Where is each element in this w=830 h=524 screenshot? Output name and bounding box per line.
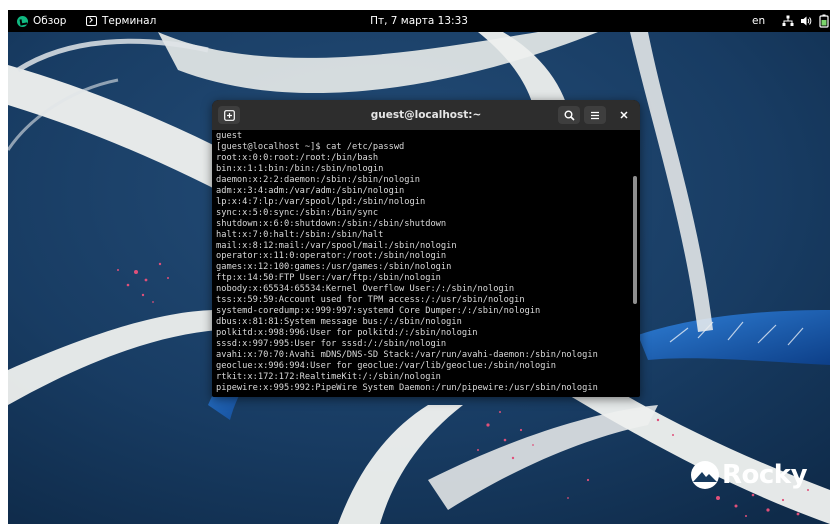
terminal-line: nobody:x:65534:65534:Kernel Overflow Use… [216, 284, 515, 295]
search-button[interactable] [558, 106, 580, 124]
terminal-line: sssd:x:997:995:User for sssd:/:/sbin/nol… [216, 339, 447, 350]
terminal-line: polkitd:x:998:996:User for polkitd:/:/sb… [216, 328, 478, 339]
terminal-line: adm:x:3:4:adm:/var/adm:/sbin/nologin [216, 185, 405, 196]
terminal-line: root:x:0:0:root:/root:/bin/bash [216, 152, 379, 163]
terminal-line: ftp:x:14:50:FTP User:/var/ftp:/sbin/nolo… [216, 273, 441, 284]
terminal-line: lp:x:4:7:lp:/var/spool/lpd:/sbin/nologin [216, 196, 426, 207]
terminal-line: [guest@localhost ~]$ cat /etc/passwd [216, 141, 405, 152]
rocky-logo: Rocky [690, 458, 808, 492]
terminal-line: daemon:x:2:2:daemon:/sbin:/sbin/nologin [216, 174, 420, 185]
terminal-output[interactable]: guest [guest@localhost ~]$ cat /etc/passw… [216, 131, 628, 397]
terminal-line: rtkit:x:172:172:RealtimeKit:/:/sbin/nolo… [216, 371, 441, 382]
terminal-line: tss:x:59:59:Account used for TPM access:… [216, 295, 525, 306]
language-label: en [752, 15, 766, 27]
close-button[interactable] [615, 106, 633, 124]
clock-label: Пт, 7 марта 13:33 [370, 15, 468, 27]
new-tab-button[interactable] [218, 106, 240, 124]
terminal-line: games:x:12:100:games:/usr/games:/sbin/no… [216, 262, 452, 273]
terminal-line: geoclue:x:996:994:User for geoclue:/var/… [216, 361, 556, 372]
new-tab-icon [223, 109, 235, 121]
battery-icon[interactable] [818, 10, 830, 32]
search-icon [564, 110, 575, 121]
hamburger-menu-icon [591, 111, 599, 119]
close-icon [620, 111, 628, 119]
volume-icon[interactable] [800, 10, 812, 32]
terminal-line: shutdown:x:6:0:shutdown:/sbin:/sbin/shut… [216, 218, 447, 229]
terminal-line: halt:x:7:0:halt:/sbin:/sbin/halt [216, 229, 384, 240]
terminal-line: guest [216, 131, 243, 141]
clock-button[interactable]: Пт, 7 марта 13:33 [8, 10, 830, 32]
terminal-line: sync:x:5:0:sync:/sbin:/bin/sync [216, 207, 379, 218]
top-bar: Обзор Терминал Пт, 7 марта 13:33 en [8, 10, 830, 32]
network-icon[interactable] [782, 10, 794, 32]
terminal-line: operator:x:11:0:operator:/root:/sbin/nol… [216, 251, 447, 262]
terminal-line: bin:x:1:1:bin:/bin:/sbin/nologin [216, 163, 384, 174]
menu-button[interactable] [584, 106, 606, 124]
terminal-line: systemd-coredump:x:999:997:systemd Core … [216, 306, 541, 317]
desktop-screen: Обзор Терминал Пт, 7 марта 13:33 en gues… [8, 10, 830, 524]
terminal-line: pipewire:x:995:992:PipeWire System Daemo… [216, 382, 598, 393]
rocky-logo-text: Rocky [722, 460, 808, 490]
terminal-scrollbar[interactable] [633, 176, 637, 304]
terminal-window[interactable]: guest@localhost:~ guest [guest@localhost… [212, 100, 640, 397]
terminal-line: mail:x:8:12:mail:/var/spool/mail:/sbin/n… [216, 240, 457, 251]
terminal-header-bar[interactable]: guest@localhost:~ [212, 100, 640, 130]
language-indicator[interactable]: en [752, 10, 765, 32]
terminal-line: dbus:x:81:81:System message bus:/:/sbin/… [216, 317, 462, 328]
rocky-mountain-icon [691, 461, 719, 489]
terminal-line: avahi:x:70:70:Avahi mDNS/DNS-SD Stack:/v… [216, 350, 598, 361]
